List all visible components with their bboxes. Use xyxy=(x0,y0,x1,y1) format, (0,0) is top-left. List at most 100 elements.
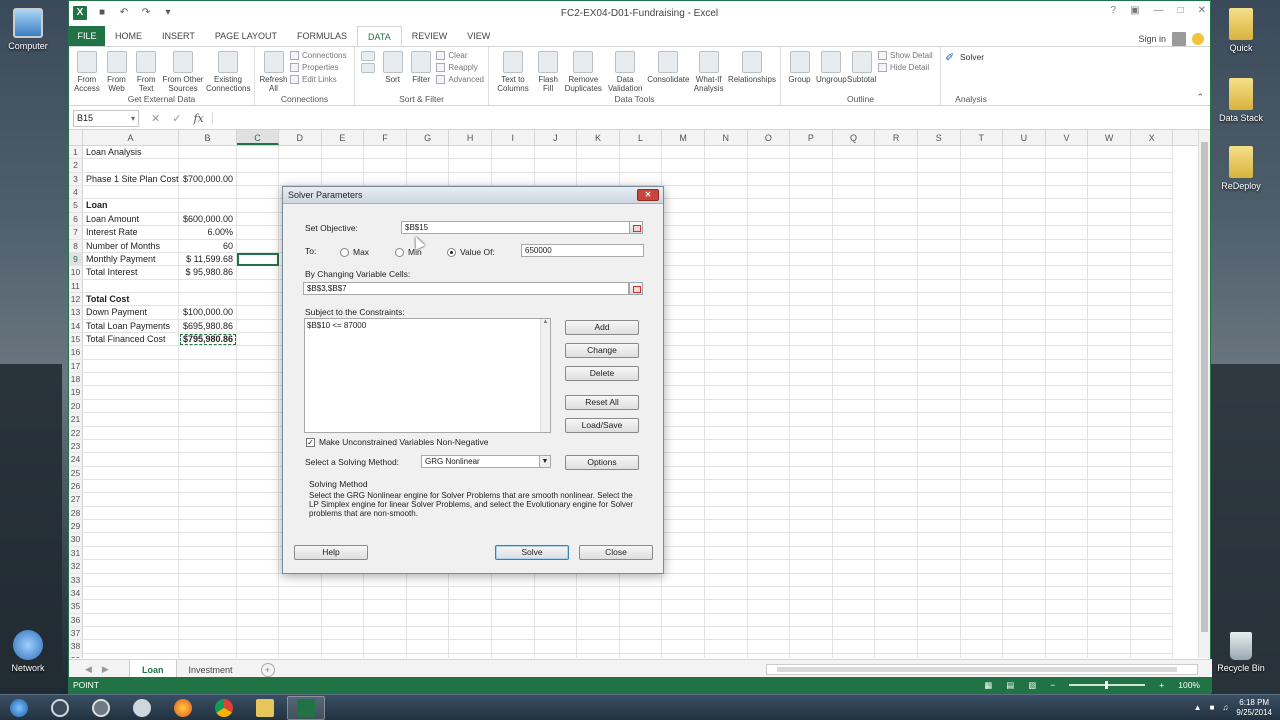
help-button[interactable]: Help xyxy=(294,545,368,560)
cell-e34[interactable] xyxy=(321,586,365,601)
advanced-button[interactable]: Advanced xyxy=(436,75,484,84)
cell-x39[interactable] xyxy=(1131,653,1174,658)
cell-p14[interactable] xyxy=(790,319,833,334)
cell-h2[interactable] xyxy=(449,159,492,173)
cell-u29[interactable] xyxy=(1003,520,1046,534)
cell-v14[interactable] xyxy=(1045,319,1089,334)
cell-o8[interactable] xyxy=(747,239,791,253)
cell-b9[interactable]: $ 11,599.68 xyxy=(179,252,237,267)
row-header[interactable]: 21 xyxy=(69,413,83,427)
cell-a25[interactable] xyxy=(83,466,179,480)
cell-s32[interactable] xyxy=(917,560,961,574)
cell-u4[interactable] xyxy=(1003,186,1046,200)
cell-o5[interactable] xyxy=(747,199,791,213)
row-header[interactable]: 34 xyxy=(69,586,83,601)
desktop-icon-redeploy[interactable]: ReDeploy xyxy=(1213,146,1269,191)
cell-a12[interactable]: Total Cost xyxy=(83,292,179,307)
cell-v12[interactable] xyxy=(1045,292,1089,307)
cell-s18[interactable] xyxy=(917,373,961,387)
cell-r29[interactable] xyxy=(875,520,918,534)
cell-a28[interactable] xyxy=(83,506,179,521)
cell-s38[interactable] xyxy=(917,640,961,654)
reapply-button[interactable]: Reapply xyxy=(436,63,484,72)
scroll-thumb[interactable] xyxy=(1201,142,1208,632)
cell-v24[interactable] xyxy=(1045,453,1089,467)
cell-s39[interactable] xyxy=(918,653,961,658)
cell-r25[interactable] xyxy=(875,466,918,480)
cell-x19[interactable] xyxy=(1130,386,1174,400)
cell-o38[interactable] xyxy=(747,640,791,654)
cell-l38[interactable] xyxy=(619,640,663,654)
list-scrollbar[interactable]: ▲ xyxy=(540,319,550,432)
cell-a1[interactable]: Loan Analysis xyxy=(83,146,179,160)
cell-v15[interactable] xyxy=(1045,333,1089,347)
cell-o15[interactable] xyxy=(747,333,791,347)
cell-p20[interactable] xyxy=(790,399,833,414)
cell-u7[interactable] xyxy=(1003,226,1046,240)
cell-o32[interactable] xyxy=(747,560,791,574)
cell-e1[interactable] xyxy=(321,146,365,160)
cell-u5[interactable] xyxy=(1003,199,1046,213)
cell-v22[interactable] xyxy=(1045,426,1089,440)
cell-j3[interactable] xyxy=(534,172,578,187)
row-header[interactable]: 24 xyxy=(69,453,83,467)
cell-e39[interactable] xyxy=(322,653,365,658)
cell-c30[interactable] xyxy=(237,533,279,547)
cell-q11[interactable] xyxy=(832,279,876,293)
load-save-button[interactable]: Load/Save xyxy=(565,418,639,433)
cell-i3[interactable] xyxy=(491,172,535,187)
cell-a19[interactable] xyxy=(83,386,179,400)
restore-icon[interactable]: □ xyxy=(1178,5,1184,16)
add-button[interactable]: Add xyxy=(565,320,639,335)
cell-u26[interactable] xyxy=(1003,479,1046,494)
page-break-view-icon[interactable]: ▧ xyxy=(1028,680,1036,691)
cell-j1[interactable] xyxy=(534,146,578,160)
tab-insert[interactable]: INSERT xyxy=(152,26,205,46)
cell-q16[interactable] xyxy=(832,346,876,360)
cell-n3[interactable] xyxy=(704,172,748,187)
cell-r39[interactable] xyxy=(875,653,918,658)
cell-c34[interactable] xyxy=(237,586,279,601)
cell-s7[interactable] xyxy=(917,226,961,240)
cell-m13[interactable] xyxy=(662,306,705,320)
cell-n28[interactable] xyxy=(704,506,748,521)
cell-r38[interactable] xyxy=(875,640,918,654)
column-header-l[interactable]: L xyxy=(620,130,663,145)
cell-o27[interactable] xyxy=(747,493,791,507)
cell-k3[interactable] xyxy=(577,172,620,187)
cell-q27[interactable] xyxy=(832,493,876,507)
cell-p29[interactable] xyxy=(790,520,833,534)
cell-x37[interactable] xyxy=(1130,626,1174,641)
cell-c29[interactable] xyxy=(237,520,279,534)
cell-t11[interactable] xyxy=(960,279,1004,293)
cell-u33[interactable] xyxy=(1003,573,1046,587)
cell-a14[interactable]: Total Loan Payments xyxy=(83,319,179,334)
row-header[interactable]: 25 xyxy=(69,466,83,480)
cell-t15[interactable] xyxy=(960,333,1004,347)
value-of-radio[interactable]: Value Of: xyxy=(447,247,495,257)
cell-q34[interactable] xyxy=(832,586,876,601)
scroll-thumb[interactable] xyxy=(777,667,1177,672)
cell-w5[interactable] xyxy=(1088,199,1131,213)
cell-q24[interactable] xyxy=(832,453,876,467)
cell-a17[interactable] xyxy=(83,359,179,374)
cell-i34[interactable] xyxy=(491,586,535,601)
cell-r30[interactable] xyxy=(875,533,918,547)
cell-g33[interactable] xyxy=(406,573,450,587)
cell-n17[interactable] xyxy=(704,359,748,374)
select-all-corner[interactable] xyxy=(69,130,83,145)
cell-b37[interactable] xyxy=(179,626,237,641)
cell-s1[interactable] xyxy=(917,146,961,160)
cell-m22[interactable] xyxy=(662,426,705,440)
cell-s17[interactable] xyxy=(917,359,961,374)
cell-q26[interactable] xyxy=(832,479,876,494)
cell-x3[interactable] xyxy=(1130,172,1174,187)
cell-u39[interactable] xyxy=(1003,653,1046,658)
cell-m27[interactable] xyxy=(662,493,705,507)
cell-b24[interactable] xyxy=(179,453,237,467)
cell-x23[interactable] xyxy=(1130,439,1174,454)
cell-o24[interactable] xyxy=(747,453,791,467)
cell-x31[interactable] xyxy=(1130,546,1174,561)
cell-s30[interactable] xyxy=(917,533,961,547)
cell-w2[interactable] xyxy=(1088,159,1131,173)
